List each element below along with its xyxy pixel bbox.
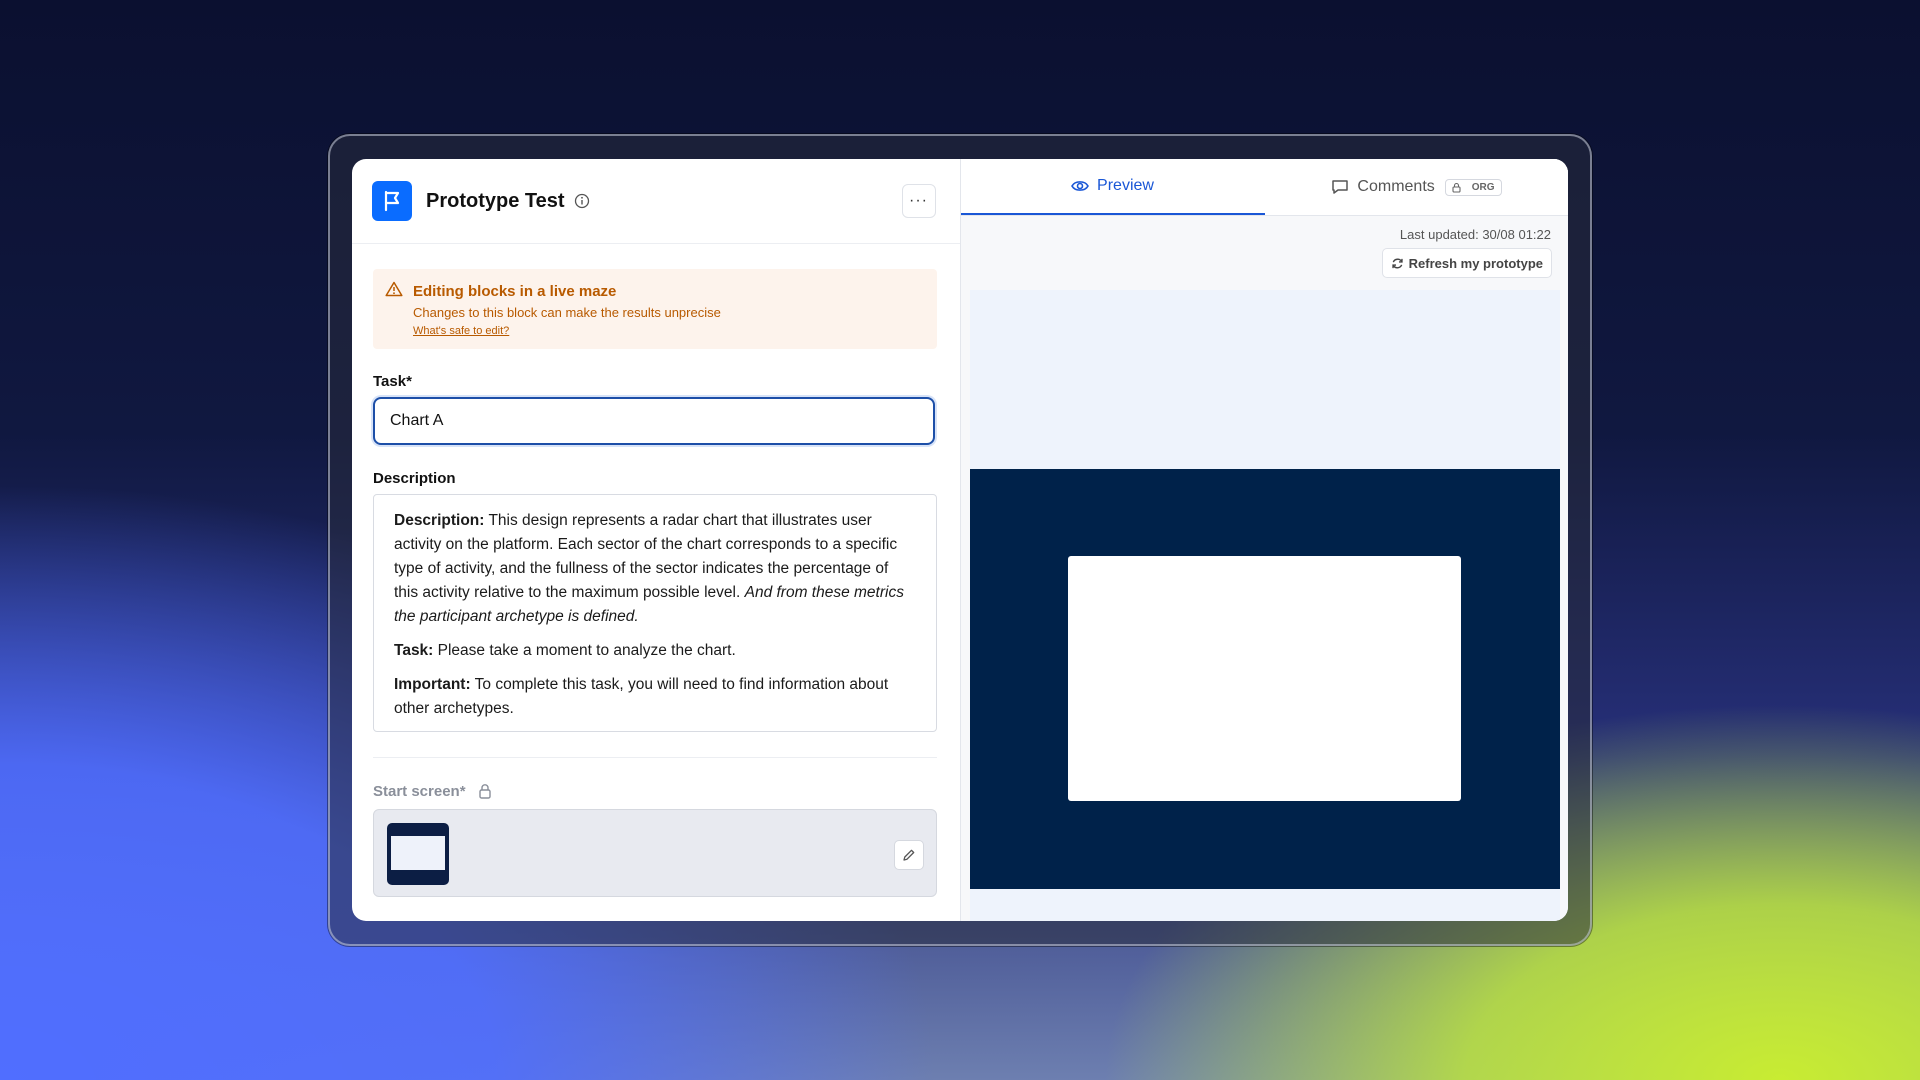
description-editor[interactable]: Description: This design represents a ra… [373, 494, 937, 732]
panel-tabs: Preview Comments ORG [960, 159, 1569, 216]
start-screen-box [373, 809, 937, 897]
divider [373, 757, 937, 758]
important-paragraph: Important: To complete this task, you wi… [394, 676, 889, 717]
tab-comments[interactable]: Comments ORG [1265, 159, 1569, 215]
task-input[interactable] [373, 397, 935, 445]
task-label: Task* [373, 373, 412, 390]
tab-preview[interactable]: Preview [960, 159, 1265, 215]
refresh-prototype-button[interactable]: Refresh my prototype [1381, 248, 1552, 278]
preview-panel: Preview Comments ORG Last updated: 30/08… [960, 159, 1569, 921]
lock-icon [479, 784, 491, 799]
start-screen-thumbnail[interactable] [387, 823, 449, 885]
info-icon[interactable] [574, 193, 590, 209]
start-screen-label: Start screen* [373, 783, 466, 800]
description-paragraph: Description: This design represents a ra… [394, 512, 904, 625]
block-editor-panel: Prototype Test ··· Editing blocks in a l… [352, 159, 961, 921]
last-updated-text: Last updated: 30/08 01:22 [1399, 227, 1551, 242]
task-paragraph: Task: Please take a moment to analyze th… [394, 642, 736, 659]
comment-icon [1332, 180, 1349, 194]
warning-title: Editing blocks in a live maze [413, 283, 617, 300]
eye-icon [1071, 181, 1089, 191]
description-label: Description [373, 470, 456, 487]
edit-start-screen-button[interactable] [894, 840, 924, 870]
live-maze-warning: Editing blocks in a live maze Changes to… [373, 269, 937, 349]
app-window: Prototype Test ··· Editing blocks in a l… [352, 159, 1568, 921]
more-icon: ··· [909, 192, 928, 209]
flag-icon [372, 181, 412, 221]
more-options-button[interactable]: ··· [901, 184, 936, 218]
lock-icon [1452, 182, 1461, 193]
prototype-modal [1067, 556, 1461, 801]
pencil-icon [903, 849, 915, 861]
tab-comments-label: Comments [1357, 178, 1435, 195]
refresh-icon [1391, 258, 1403, 268]
warning-text: Changes to this block can make the resul… [413, 305, 721, 320]
prototype-preview[interactable] [969, 290, 1560, 921]
block-header: Prototype Test ··· [352, 159, 960, 244]
page-title: Prototype Test [426, 189, 565, 212]
warning-icon [385, 281, 403, 297]
prototype-frame [969, 469, 1560, 889]
org-badge: ORG [1444, 178, 1502, 196]
whats-safe-link[interactable]: What's safe to edit? [413, 325, 509, 337]
tab-preview-label: Preview [1097, 177, 1154, 194]
